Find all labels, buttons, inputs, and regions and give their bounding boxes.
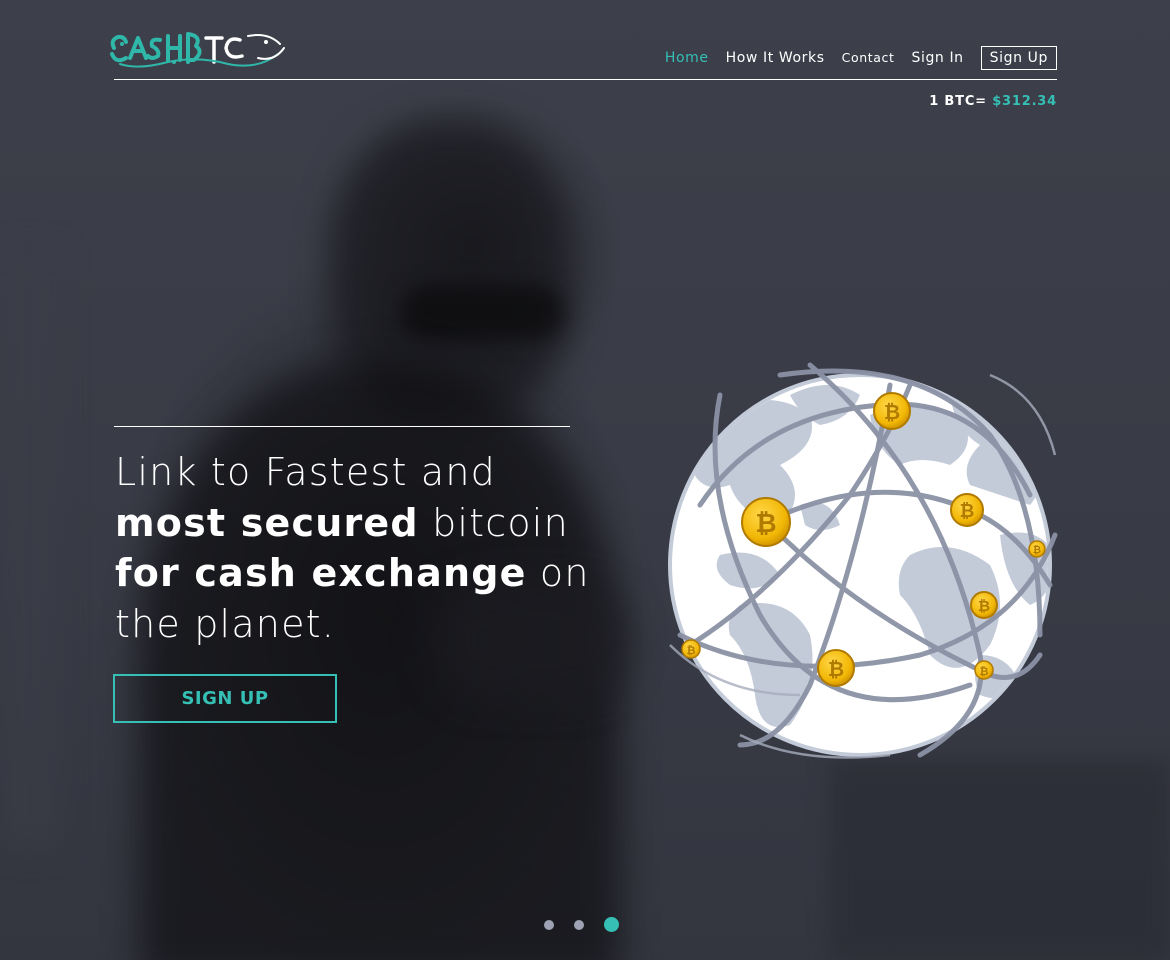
nav-sign-in-link[interactable]: Sign In [911,48,963,68]
hero-line-2-bold: most secured [115,500,419,545]
slider-dot-1[interactable] [544,919,554,930]
hero-line-3-rest: on [526,551,590,595]
hero-line-3-bold: for cash exchange [115,551,527,595]
bitcoin-coin-icon: ₿ [681,639,701,659]
svg-text:₿: ₿ [884,400,900,424]
bitcoin-coin-icon: ₿ [817,649,855,687]
nav-sign-up-button[interactable]: Sign Up [980,46,1057,70]
bitcoin-coin-icon: ₿ [970,591,998,619]
brand-logo[interactable] [108,28,286,78]
hero-line-4: the planet. [115,601,336,646]
hero-line-2-rest: bitcoin [418,500,569,545]
bitcoin-globe-illustration: ₿ ₿ ₿ ₿ ₿ ₿ ₿ ₿ [660,355,1060,765]
nav-contact-link[interactable]: Contact [842,48,895,68]
bitcoin-coin-icon: ₿ [950,493,984,527]
btc-price-value: $312.34 [992,94,1057,109]
btc-price-ticker: 1 BTC= $312.34 [929,94,1057,109]
bitcoin-coin-icon: ₿ [873,392,911,430]
slider-pagination [544,917,619,932]
bitcoin-coin-icon: ₿ [1028,540,1046,558]
slider-dot-2[interactable] [574,919,584,930]
bitcoin-coin-icon: ₿ [741,497,791,547]
nav-how-it-works-link[interactable]: How It Works [726,48,825,68]
hero-sign-up-button[interactable]: SIGN UP [113,674,337,723]
svg-text:₿: ₿ [755,509,776,539]
svg-text:₿: ₿ [828,657,844,681]
hero-line-1: Link to Fastest and [115,450,496,494]
nav-home-link[interactable]: Home [665,48,709,68]
slider-dot-3-active[interactable] [604,917,619,932]
svg-text:₿: ₿ [980,665,989,678]
main-nav: Home How It Works Contact Sign In Sign U… [648,46,1057,70]
svg-text:₿: ₿ [960,501,975,522]
bitcoin-coin-icon: ₿ [974,660,994,680]
site-header: Home How It Works Contact Sign In Sign U… [110,28,1057,80]
hero-headline: Link to Fastest and most secured bitcoin… [115,447,595,649]
svg-text:₿: ₿ [978,597,990,615]
hero-divider [114,426,570,427]
svg-text:₿: ₿ [1033,544,1041,556]
btc-price-label: 1 BTC= [929,94,987,109]
svg-text:₿: ₿ [687,644,696,657]
